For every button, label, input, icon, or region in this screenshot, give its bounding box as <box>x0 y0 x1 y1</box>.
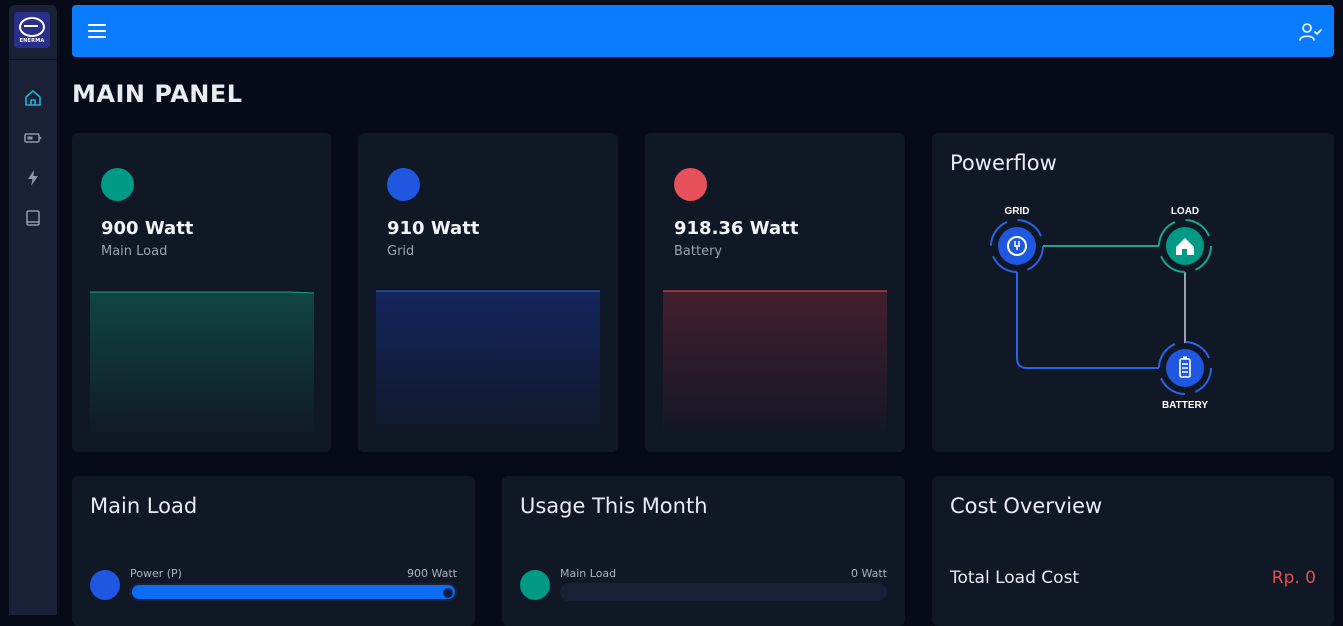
status-dot <box>101 168 134 201</box>
sidebar-divider <box>9 59 57 60</box>
card-title: Cost Overview <box>950 494 1103 518</box>
sparkline-chart <box>376 290 600 432</box>
status-dot <box>520 570 550 600</box>
card-title: Main Load <box>90 494 198 518</box>
stat-label: Grid <box>387 244 415 259</box>
sidebar: ENERMA <box>9 5 57 615</box>
stat-value: 900 Watt <box>101 218 194 239</box>
stat-value: 918.36 Watt <box>674 218 799 239</box>
stat-card-battery: 918.36 Watt Battery <box>645 133 905 452</box>
powerflow-diagram: GRID LOAD BATTERY <box>990 206 1212 411</box>
home-icon <box>25 90 41 106</box>
battery-node <box>1158 341 1212 395</box>
usage-card: Usage This Month Main Load 0 Watt <box>502 476 905 626</box>
logo-text: ENERMA <box>19 37 45 44</box>
stat-card-grid: 910 Watt Grid <box>358 133 618 452</box>
battery-icon <box>24 133 42 143</box>
cost-label: Total Load Cost <box>950 568 1080 588</box>
sparkline-chart <box>90 291 314 432</box>
usage-progress-row: Main Load 0 Watt <box>520 567 887 602</box>
stat-label: Main Load <box>101 244 168 259</box>
battery-node-label: BATTERY <box>1162 400 1208 411</box>
card-title: Usage This Month <box>520 494 708 518</box>
progress-value: 0 Watt <box>850 567 887 580</box>
stat-card-main-load: 900 Watt Main Load <box>72 133 331 452</box>
book-icon <box>26 210 40 226</box>
grid-battery-line <box>1016 272 1159 369</box>
progress-label: Power (P) <box>130 567 182 580</box>
enerma-logo[interactable]: ENERMA <box>14 12 50 48</box>
power-progress-row: Power (P) 900 Watt <box>90 567 457 602</box>
load-node <box>1158 219 1212 273</box>
status-dot <box>387 168 420 201</box>
sparkline-chart <box>663 290 887 432</box>
progress-track <box>560 583 887 601</box>
progress-track <box>130 583 457 601</box>
sidebar-item-power[interactable] <box>23 168 43 188</box>
sidebar-item-book[interactable] <box>23 208 43 228</box>
stat-label: Battery <box>674 244 723 259</box>
grid-node <box>990 219 1044 273</box>
logo-mark-icon <box>19 16 45 37</box>
user-check-icon[interactable] <box>1298 22 1322 42</box>
status-dot <box>90 570 120 600</box>
grid-node-label: GRID <box>1005 206 1030 217</box>
main-load-card: Main Load Power (P) 900 Watt <box>72 476 475 626</box>
cost-overview-card: Cost Overview Total Load Cost Rp. 0 <box>932 476 1334 626</box>
cost-value: Rp. 0 <box>1271 568 1316 588</box>
progress-value: 900 Watt <box>406 567 457 580</box>
progress-fill <box>132 585 455 599</box>
menu-icon[interactable] <box>88 24 106 38</box>
progress-knob <box>443 588 453 598</box>
status-dot <box>674 168 707 201</box>
lightning-icon <box>28 170 38 186</box>
page-title: MAIN PANEL <box>72 80 243 108</box>
top-navbar <box>72 5 1334 57</box>
load-node-label: LOAD <box>1171 206 1199 217</box>
progress-label: Main Load <box>560 567 617 580</box>
sidebar-item-battery[interactable] <box>23 128 43 148</box>
sidebar-item-home[interactable] <box>23 88 43 108</box>
stat-value: 910 Watt <box>387 218 480 239</box>
powerflow-card: Powerflow GRID LOAD BATTERY <box>932 133 1334 452</box>
